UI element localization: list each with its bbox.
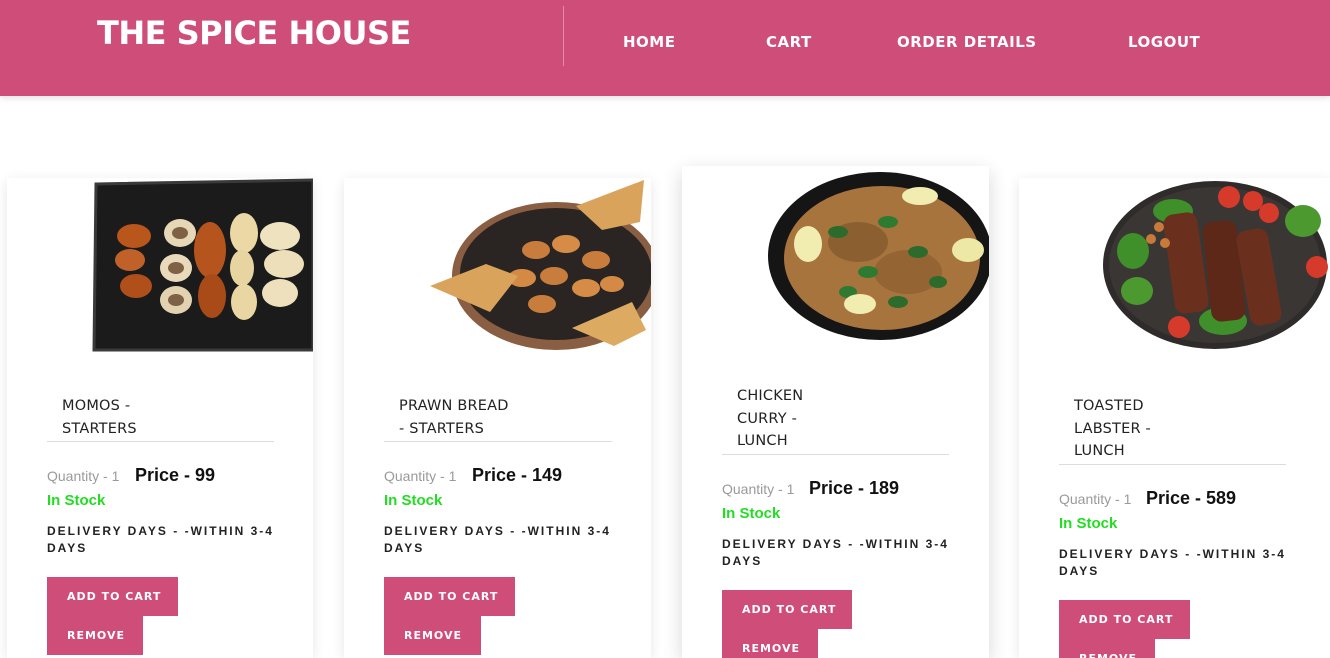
nav-cart-link[interactable]: CART bbox=[766, 33, 812, 51]
product-card-prawn-bread: PRAWN BREAD - STARTERS Quantity - 1 Pric… bbox=[344, 178, 651, 658]
stock-status: In Stock bbox=[722, 505, 781, 522]
product-name: TOASTED LABSTER - LUNCH bbox=[1074, 398, 1151, 459]
product-divider bbox=[384, 441, 612, 442]
product-price: Price - 189 bbox=[809, 478, 900, 498]
product-quantity: Quantity - 1 bbox=[722, 481, 795, 497]
product-price: Price - 589 bbox=[1146, 488, 1237, 508]
product-price: Price - 99 bbox=[135, 465, 216, 485]
delivery-days: DELIVERY DAYS - -WITHIN 3-4 DAYS bbox=[722, 537, 949, 568]
product-name: PRAWN BREAD - STARTERS bbox=[399, 398, 509, 437]
add-to-cart-button[interactable]: ADD TO CART bbox=[384, 577, 515, 616]
navbar-divider bbox=[563, 6, 564, 66]
stock-status: In Stock bbox=[1059, 515, 1118, 532]
product-divider bbox=[722, 454, 949, 455]
toasted-labster-image bbox=[1103, 181, 1328, 349]
delivery-days: DELIVERY DAYS - -WITHIN 3-4 DAYS bbox=[47, 524, 274, 555]
add-to-cart-button[interactable]: ADD TO CART bbox=[47, 577, 178, 616]
top-navbar: THE SPICE HOUSE HOME CART ORDER DETAILS … bbox=[0, 0, 1330, 96]
prawn-bread-image bbox=[430, 180, 651, 350]
product-quantity: Quantity - 1 bbox=[47, 468, 120, 484]
remove-button[interactable]: REMOVE bbox=[47, 616, 143, 655]
product-price: Price - 149 bbox=[472, 465, 563, 485]
nav-home-link[interactable]: HOME bbox=[623, 33, 675, 51]
delivery-days: DELIVERY DAYS - -WITHIN 3-4 DAYS bbox=[1059, 547, 1286, 578]
product-card-toasted-labster: TOASTED LABSTER - LUNCH Quantity - 1 Pri… bbox=[1019, 178, 1330, 658]
stock-status: In Stock bbox=[384, 492, 443, 509]
add-to-cart-button[interactable]: ADD TO CART bbox=[1059, 600, 1190, 639]
product-quantity: Quantity - 1 bbox=[384, 468, 457, 484]
nav-order-details-link[interactable]: ORDER DETAILS bbox=[897, 33, 1037, 51]
product-divider bbox=[47, 441, 274, 442]
remove-button[interactable]: REMOVE bbox=[722, 629, 818, 658]
delivery-days: DELIVERY DAYS - -WITHIN 3-4 DAYS bbox=[384, 524, 611, 555]
chicken-curry-image bbox=[768, 172, 989, 340]
remove-button[interactable]: REMOVE bbox=[384, 616, 481, 655]
brand-title[interactable]: THE SPICE HOUSE bbox=[97, 14, 411, 52]
product-name: MOMOS - STARTERS bbox=[62, 398, 137, 437]
momos-image bbox=[92, 178, 313, 352]
stock-status: In Stock bbox=[47, 492, 106, 509]
product-quantity: Quantity - 1 bbox=[1059, 491, 1132, 507]
add-to-cart-button[interactable]: ADD TO CART bbox=[722, 590, 852, 629]
product-card-momos: MOMOS - STARTERS Quantity - 1 Price - 99… bbox=[7, 178, 313, 658]
nav-logout-link[interactable]: LOGOUT bbox=[1128, 33, 1200, 51]
remove-button[interactable]: REMOVE bbox=[1059, 639, 1155, 658]
product-divider bbox=[1059, 464, 1286, 465]
product-card-chicken-curry: CHICKEN CURRY - LUNCH Quantity - 1 Price… bbox=[682, 166, 989, 658]
product-name: CHICKEN CURRY - LUNCH bbox=[737, 388, 804, 449]
